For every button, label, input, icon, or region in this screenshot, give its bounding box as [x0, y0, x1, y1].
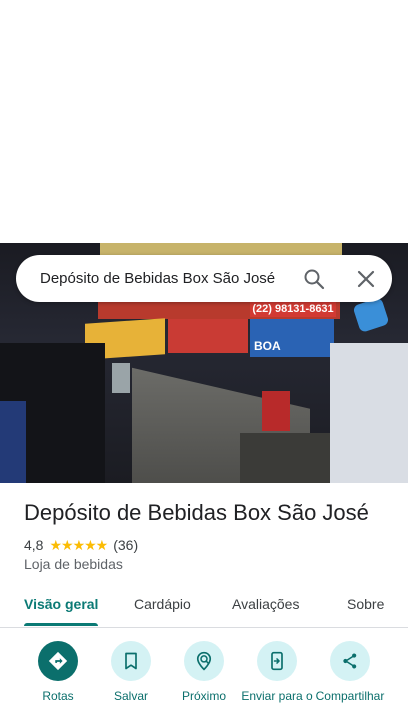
send-to-phone-icon — [257, 641, 297, 681]
share-button[interactable]: Compartilhar — [312, 641, 388, 703]
tab-overview[interactable]: Visão geral — [24, 585, 98, 627]
send-to-phone-label: Enviar para o — [241, 689, 313, 703]
red-product-pack — [168, 319, 248, 353]
send-to-phone-button[interactable]: Enviar para o — [239, 641, 315, 703]
tab-about[interactable]: Sobre — [347, 585, 384, 627]
floor — [240, 433, 330, 483]
store-sign — [100, 243, 342, 255]
close-icon[interactable] — [354, 267, 378, 291]
blue-crates — [0, 401, 26, 483]
tab-menu[interactable]: Cardápio — [134, 585, 191, 627]
search-icon[interactable] — [302, 267, 326, 291]
nearby-icon — [184, 641, 224, 681]
active-tab-indicator — [24, 623, 98, 626]
review-count: (36) — [113, 537, 139, 553]
tab-bar: Visão geral Cardápio Avaliações Sobre — [0, 585, 408, 627]
directions-icon — [38, 641, 78, 681]
nearby-button[interactable]: Próximo — [166, 641, 242, 703]
pack-label: BOA — [254, 339, 281, 353]
place-category: Loja de bebidas — [24, 556, 123, 572]
star-rating-icon: ★★★★★ — [49, 536, 108, 553]
nearby-label: Próximo — [181, 689, 226, 703]
share-label: Compartilhar — [315, 689, 385, 703]
save-label: Salvar — [113, 689, 148, 703]
light-fixture — [112, 363, 130, 393]
save-button[interactable]: Salvar — [93, 641, 169, 703]
bookmark-icon — [111, 641, 151, 681]
directions-label: Rotas — [42, 689, 74, 703]
search-bar[interactable]: Depósito de Bebidas Box São José — [16, 255, 392, 302]
search-input[interactable]: Depósito de Bebidas Box São José — [40, 255, 275, 302]
blank-map-area — [0, 0, 408, 243]
rating-value: 4,8 — [24, 537, 44, 553]
blue-product-pack: BOA — [250, 319, 334, 357]
share-icon — [330, 641, 370, 681]
place-title: Depósito de Bebidas Box São José — [24, 500, 369, 525]
tab-reviews[interactable]: Avaliações — [232, 585, 299, 627]
blue-bucket — [352, 297, 390, 333]
divider — [0, 627, 408, 628]
red-crates — [262, 391, 290, 431]
directions-button[interactable]: Rotas — [20, 641, 96, 703]
rating-row[interactable]: 4,8 ★★★★★ (36) — [24, 536, 138, 554]
right-panel — [330, 343, 408, 483]
phone-sign: (22) 98131-8631 — [250, 301, 336, 317]
